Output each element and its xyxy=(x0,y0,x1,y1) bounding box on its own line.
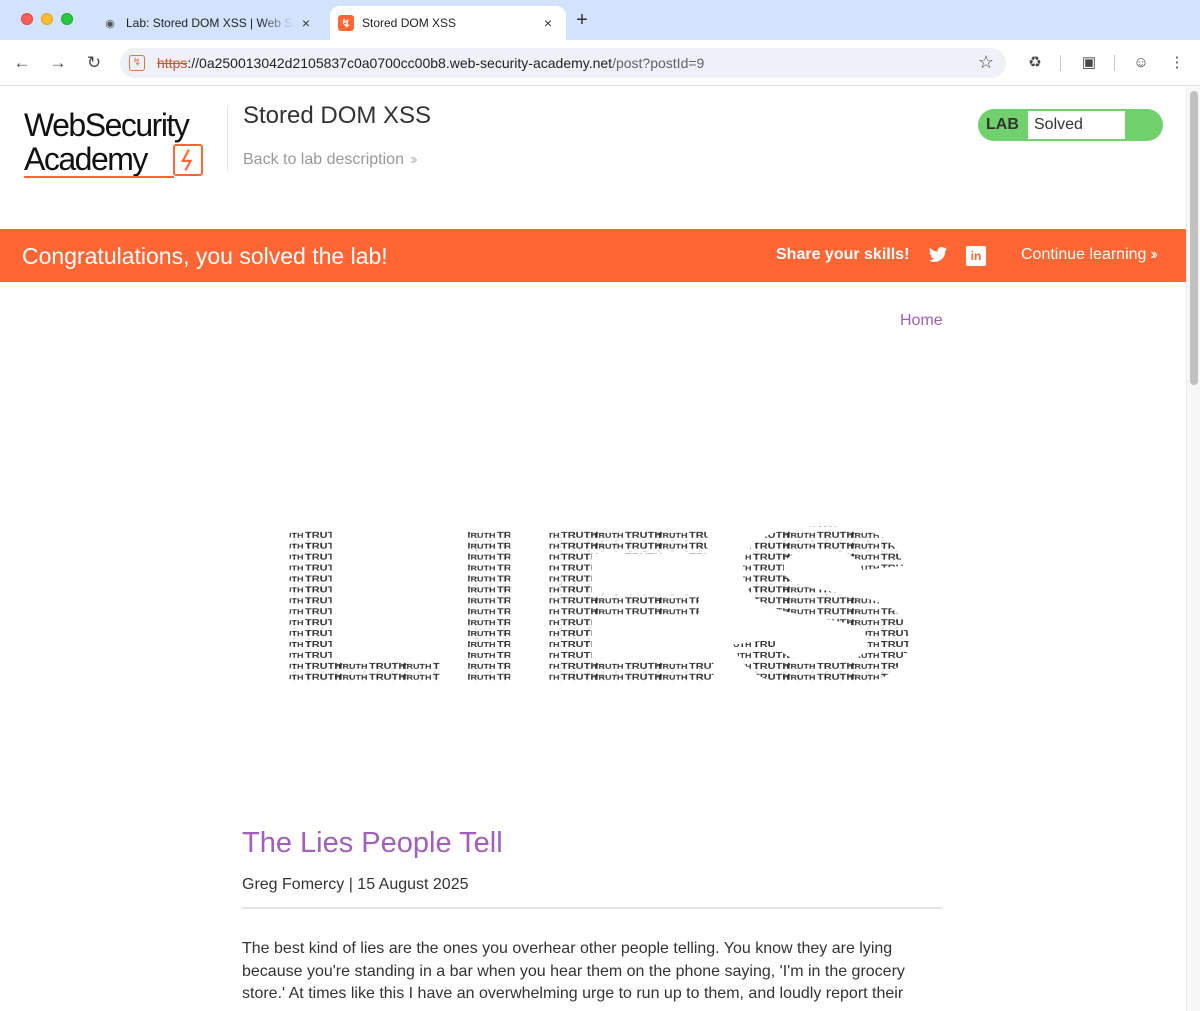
lab-title: Stored DOM XSS xyxy=(243,102,432,129)
browser-toolbar: ← → ↻ ↯ https://0a250013042d2105837c0a07… xyxy=(0,40,1200,86)
linkedin-icon[interactable]: in xyxy=(966,246,986,266)
reload-icon[interactable]: ↻ xyxy=(83,52,105,74)
menu-kebab-icon[interactable]: ⋮ xyxy=(1166,52,1188,74)
double-chevron-icon: ›› xyxy=(409,151,417,168)
tab-stored-dom-xss[interactable]: ↯ Stored DOM XSS × xyxy=(330,6,566,40)
tab-strip: ◉ Lab: Stored DOM XSS | Web Security Aca… xyxy=(0,0,1200,40)
globe-icon: ◉ xyxy=(105,17,115,30)
close-window-button[interactable] xyxy=(21,13,33,25)
post-hero-image: TRUTH TRUTH TRUTH LIES LIES xyxy=(270,480,920,682)
toolbar-divider xyxy=(1114,55,1115,71)
logo-underline xyxy=(24,176,174,178)
tab-lab-description[interactable]: ◉ Lab: Stored DOM XSS | Web Security Aca… xyxy=(92,6,324,40)
twitter-icon[interactable] xyxy=(928,245,948,265)
address-bar[interactable]: ↯ https://0a250013042d2105837c0a0700cc00… xyxy=(120,48,1006,78)
forward-arrow-icon[interactable]: → xyxy=(47,52,69,74)
solved-banner: Congratulations, you solved the lab! Sha… xyxy=(0,229,1186,282)
header-divider xyxy=(227,107,228,171)
back-arrow-icon[interactable]: ← xyxy=(11,52,33,74)
extensions-icon[interactable]: ♻ xyxy=(1024,52,1046,74)
portswigger-icon: ↯ xyxy=(338,15,354,31)
lab-status-badge: LAB Solved xyxy=(978,109,1163,141)
cast-search-icon[interactable]: ▣ xyxy=(1078,52,1100,74)
page-scrollbar[interactable] xyxy=(1186,87,1200,1011)
web-security-academy-logo[interactable]: WebSecurity Academy xyxy=(24,107,224,181)
svg-text:LIES: LIES xyxy=(270,480,920,682)
lab-status-text: Solved xyxy=(1028,111,1125,139)
tab-title: Stored DOM XSS xyxy=(362,16,457,30)
new-tab-button[interactable]: + xyxy=(572,10,592,30)
tab-close-icon[interactable]: × xyxy=(540,15,556,31)
web-page: WebSecurity Academy Stored DOM XSS Back … xyxy=(0,87,1186,1011)
share-skills-label: Share your skills! xyxy=(776,246,910,263)
post-divider xyxy=(242,907,942,909)
bookmark-star-icon[interactable]: ☆ xyxy=(978,52,994,73)
minimize-window-button[interactable] xyxy=(41,13,53,25)
url-text[interactable]: https://0a250013042d2105837c0a0700cc00b8… xyxy=(157,55,704,71)
post-author-date: Greg Fomercy | 15 August 2025 xyxy=(242,876,469,893)
congratulations-message: Congratulations, you solved the lab! xyxy=(22,243,388,269)
home-link[interactable]: Home xyxy=(900,312,943,330)
tab-title: Lab: Stored DOM XSS | Web Security Acade… xyxy=(126,16,294,30)
post-title: The Lies People Tell xyxy=(242,827,503,859)
maximize-window-button[interactable] xyxy=(61,13,73,25)
double-chevron-icon: ›› xyxy=(1150,246,1157,263)
post-body: The best kind of lies are the ones you o… xyxy=(242,940,905,1002)
lab-badge-label: LAB xyxy=(986,116,1019,133)
logo-flash-icon xyxy=(173,144,203,176)
profile-icon[interactable]: ☺ xyxy=(1130,52,1152,74)
back-to-lab-description-link[interactable]: Back to lab description ›› xyxy=(243,151,417,169)
toolbar-divider xyxy=(1060,55,1061,71)
site-security-icon[interactable]: ↯ xyxy=(129,55,145,71)
continue-learning-link[interactable]: Continue learning ›› xyxy=(1021,246,1158,264)
scrollbar-thumb[interactable] xyxy=(1190,91,1198,385)
tab-close-icon[interactable]: × xyxy=(298,15,314,31)
